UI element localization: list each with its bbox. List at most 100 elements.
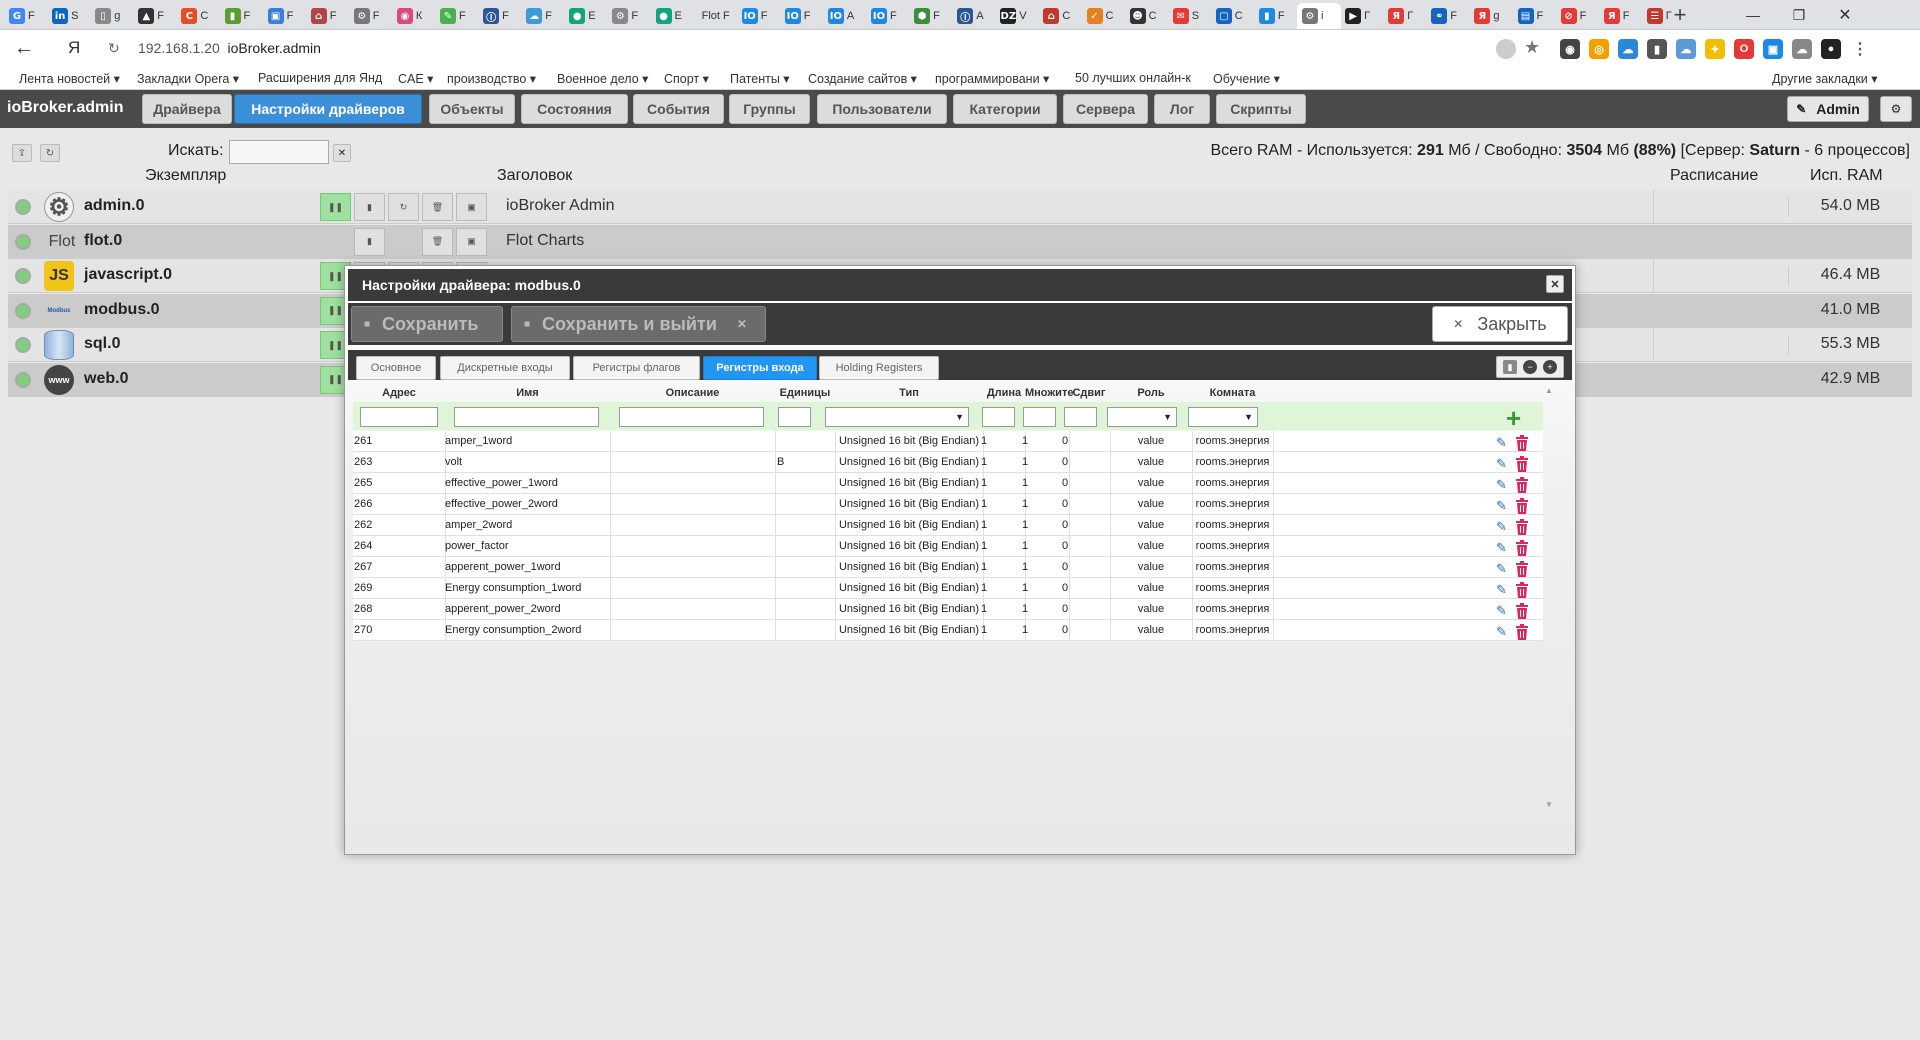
scroll-down-icon[interactable]: ▼ [1545,800,1553,809]
instance-name[interactable]: admin.0 [84,197,144,215]
clear-search-icon[interactable]: ✕ [333,144,351,162]
collapse-icon[interactable]: − [1523,360,1537,374]
scroll-up-icon[interactable]: ▲ [1545,386,1553,395]
bookmark-item[interactable]: Создание сайтов ▾ [808,71,917,86]
edit-icon[interactable]: ✎ [1496,624,1507,640]
browser-tab[interactable]: ☻ C [1125,3,1169,29]
add-row-icon[interactable]: + [1506,403,1521,434]
extension-icon[interactable]: ✦ [1705,39,1725,59]
delete-icon[interactable] [1515,561,1529,578]
delete-icon[interactable] [1515,477,1529,494]
dialog-tab[interactable]: Дискретные входы [440,356,570,380]
extension-icon[interactable]: ▣ [1763,39,1783,59]
star-icon[interactable]: ★ [1524,37,1540,58]
delete-icon[interactable]: 🗑 [422,227,453,256]
delete-all-icon[interactable]: ▮ [1503,360,1517,374]
delete-icon[interactable] [1515,603,1529,620]
pause-icon[interactable]: ❚❚ [320,193,351,221]
image-icon[interactable]: ▣ [456,227,487,256]
table-row[interactable]: 264 power_factor Unsigned 16 bit (Big Endi… [353,536,1543,557]
edit-icon[interactable]: ✎ [1496,582,1507,598]
bookmark-item[interactable]: Обучение ▾ [1213,71,1280,86]
delete-icon[interactable] [1515,435,1529,452]
filter-length-input[interactable] [982,407,1015,427]
delete-icon[interactable] [1515,624,1529,641]
filter-room-select[interactable]: ▼ [1188,407,1258,427]
edit-icon[interactable]: ✎ [1496,456,1507,472]
browser-tab[interactable]: ⌂ F [306,3,350,29]
bookmark-item[interactable]: 50 лучших онлайн-к [1075,71,1191,85]
table-row[interactable]: 267 apperent_power_1word Unsigned 16 bit (… [353,557,1543,578]
bookmark-item[interactable]: Спорт ▾ [664,71,709,86]
delete-icon[interactable] [1515,519,1529,536]
stop-icon[interactable]: ▮ [354,193,385,221]
nav-tab[interactable]: Сервера [1063,94,1148,124]
table-row[interactable]: 261 amper_1word Unsigned 16 bit (Big Endia… [353,431,1543,452]
refresh-icon[interactable]: ↻ [40,144,60,162]
browser-tab[interactable]: Ⓘ F [478,3,522,29]
instance-row[interactable]: ⚙ admin.0 ❚❚ ▮ ↻ 🗑 ▣ ioBroker Admin 54.0 MB [8,190,1912,224]
delete-icon[interactable]: 🗑 [422,193,453,221]
nav-tab[interactable]: Состояния [521,94,628,124]
browser-tab[interactable]: IO F [737,3,781,29]
instance-name[interactable]: sql.0 [84,335,120,353]
browser-tab[interactable]: DZ V [995,3,1039,29]
filter-offset-input[interactable] [1064,407,1097,427]
delete-icon[interactable] [1515,456,1529,473]
browser-tab[interactable]: ⚙ F [349,3,393,29]
browser-tab[interactable]: ● E [564,3,608,29]
browser-tab[interactable]: ЯГ [1383,3,1427,29]
browser-tab[interactable]: ▤ F [1513,3,1557,29]
instance-name[interactable]: web.0 [84,370,128,388]
bookmark-item[interactable]: Закладки Opera ▾ [137,71,239,86]
other-bookmarks[interactable]: Другие закладки ▾ [1772,71,1878,86]
back-arrow-icon[interactable]: ← [14,37,34,60]
browser-tab[interactable]: ✎ F [435,3,479,29]
dialog-close-icon[interactable]: ✕ [1546,275,1564,293]
edit-icon[interactable]: ✎ [1496,561,1507,577]
browser-tab[interactable]: ◉ К [392,3,436,29]
browser-tab[interactable]: ✓ C [1082,3,1126,29]
bookmark-item[interactable]: Расширения для Янд [258,71,382,85]
edit-icon[interactable]: ✎ [1496,477,1507,493]
browser-tab[interactable]: IO A [823,3,867,29]
edit-icon[interactable]: ✎ [1496,603,1507,619]
table-row[interactable]: 262 amper_2word Unsigned 16 bit (Big Endia… [353,515,1543,536]
url-field[interactable]: 192.168.1.20 ioBroker.admin [138,40,321,56]
table-row[interactable]: 268 apperent_power_2word Unsigned 16 bit (… [353,599,1543,620]
close-button[interactable]: ✕ Закрыть [1432,306,1568,342]
browser-tab[interactable]: ☁ F [521,3,565,29]
close-window-button[interactable]: ✕ [1822,0,1868,30]
instance-row[interactable]: Flot flot.0 ▮ 🗑 ▣ Flot Charts [8,224,1912,259]
nav-tab[interactable]: Группы [729,94,810,124]
edit-icon[interactable]: ✎ [1496,435,1507,451]
table-row[interactable]: 270 Energy consumption_2word Unsigned 16 b… [353,620,1543,641]
menu-icon[interactable]: ⋮ [1850,39,1870,59]
search-input[interactable] [229,140,329,164]
restart-icon[interactable]: ↻ [388,193,419,221]
bookmark-item[interactable]: Лента новостей ▾ [19,71,120,86]
delete-icon[interactable] [1515,498,1529,515]
extension-icon[interactable]: O [1734,39,1754,59]
extension-icon[interactable]: ☁ [1792,39,1812,59]
stop-icon[interactable]: ▮ [354,227,385,256]
nav-tab[interactable]: Настройки драйверов [234,94,422,124]
browser-tab[interactable]: in S [47,3,91,29]
instance-name[interactable]: flot.0 [84,232,122,250]
bookmark-item[interactable]: Патенты ▾ [730,71,790,86]
minimize-button[interactable]: — [1730,0,1776,30]
filter-role-select[interactable]: ▼ [1107,407,1177,427]
yandex-icon[interactable]: Я [68,38,80,58]
delete-icon[interactable] [1515,582,1529,599]
user-button[interactable]: ✎ Admin [1787,96,1869,122]
maximize-button[interactable]: ❐ [1776,0,1822,30]
dialog-tab[interactable]: Holding Registers [819,356,939,380]
table-row[interactable]: 265 effective_power_1word Unsigned 16 bit … [353,473,1543,494]
dialog-tab[interactable]: Основное [356,356,436,380]
filter-address-input[interactable] [360,407,438,427]
nav-tab[interactable]: Скрипты [1216,94,1306,124]
browser-tab[interactable]: GF [4,3,48,29]
browser-tab[interactable]: Ⓘ A [952,3,996,29]
edit-icon[interactable]: ✎ [1496,519,1507,535]
browser-tab[interactable]: ▣ F [263,3,307,29]
